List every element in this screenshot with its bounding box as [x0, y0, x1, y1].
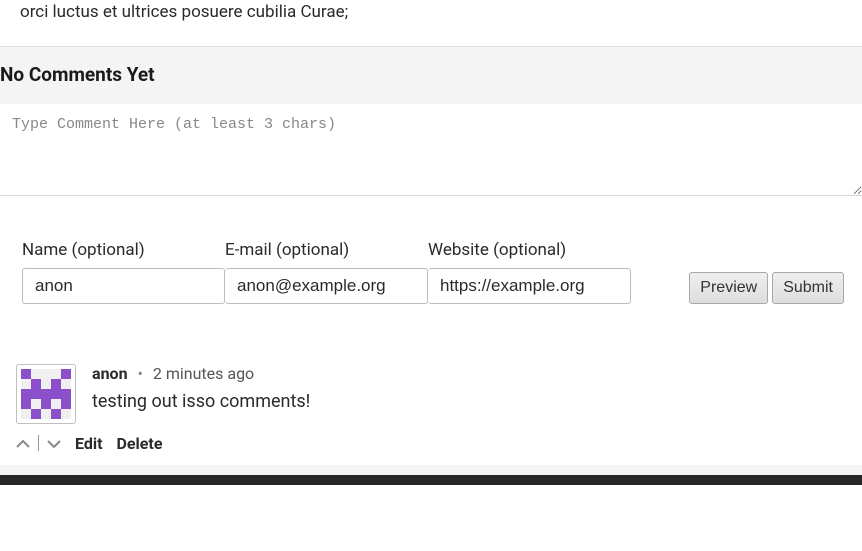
- name-label: Name (optional): [22, 240, 225, 260]
- form-buttons: Preview Submit: [689, 272, 844, 304]
- upvote-icon[interactable]: [16, 434, 30, 453]
- comment-body: anon • 2 minutes ago testing out isso co…: [92, 364, 846, 426]
- email-label: E-mail (optional): [225, 240, 428, 260]
- website-input[interactable]: [428, 268, 631, 304]
- edit-button[interactable]: Edit: [75, 434, 103, 453]
- name-input[interactable]: [22, 268, 225, 304]
- article-excerpt: orci luctus et ultrices posuere cubilia …: [0, 0, 862, 46]
- website-field-group: Website (optional): [428, 240, 631, 304]
- delete-button[interactable]: Delete: [117, 434, 163, 453]
- footer-bar: [0, 475, 862, 485]
- name-field-group: Name (optional): [22, 240, 225, 304]
- downvote-icon[interactable]: [47, 434, 61, 453]
- comments-section: No Comments Yet Name (optional) E-mail (…: [0, 46, 862, 475]
- comment-meta-separator: •: [138, 364, 143, 383]
- comment-text: testing out isso comments!: [92, 391, 846, 412]
- avatar: [16, 364, 76, 424]
- comment-author: anon: [92, 364, 128, 383]
- email-field-group: E-mail (optional): [225, 240, 428, 304]
- preview-button[interactable]: Preview: [689, 272, 768, 304]
- comment-item: anon • 2 minutes ago testing out isso co…: [0, 334, 862, 434]
- submit-button[interactable]: Submit: [772, 272, 844, 304]
- comment-textarea[interactable]: [0, 104, 862, 196]
- comment-time: 2 minutes ago: [153, 364, 254, 383]
- comment-form: Name (optional) E-mail (optional) Websit…: [0, 104, 862, 334]
- vote-divider: [38, 435, 39, 451]
- comments-heading: No Comments Yet: [0, 57, 862, 92]
- website-label: Website (optional): [428, 240, 631, 260]
- comment-actions: Edit Delete: [0, 434, 862, 465]
- email-input[interactable]: [225, 268, 428, 304]
- comment-form-fields: Name (optional) E-mail (optional) Websit…: [0, 200, 862, 334]
- comment-meta: anon • 2 minutes ago: [92, 364, 846, 383]
- vote-group: [16, 434, 61, 453]
